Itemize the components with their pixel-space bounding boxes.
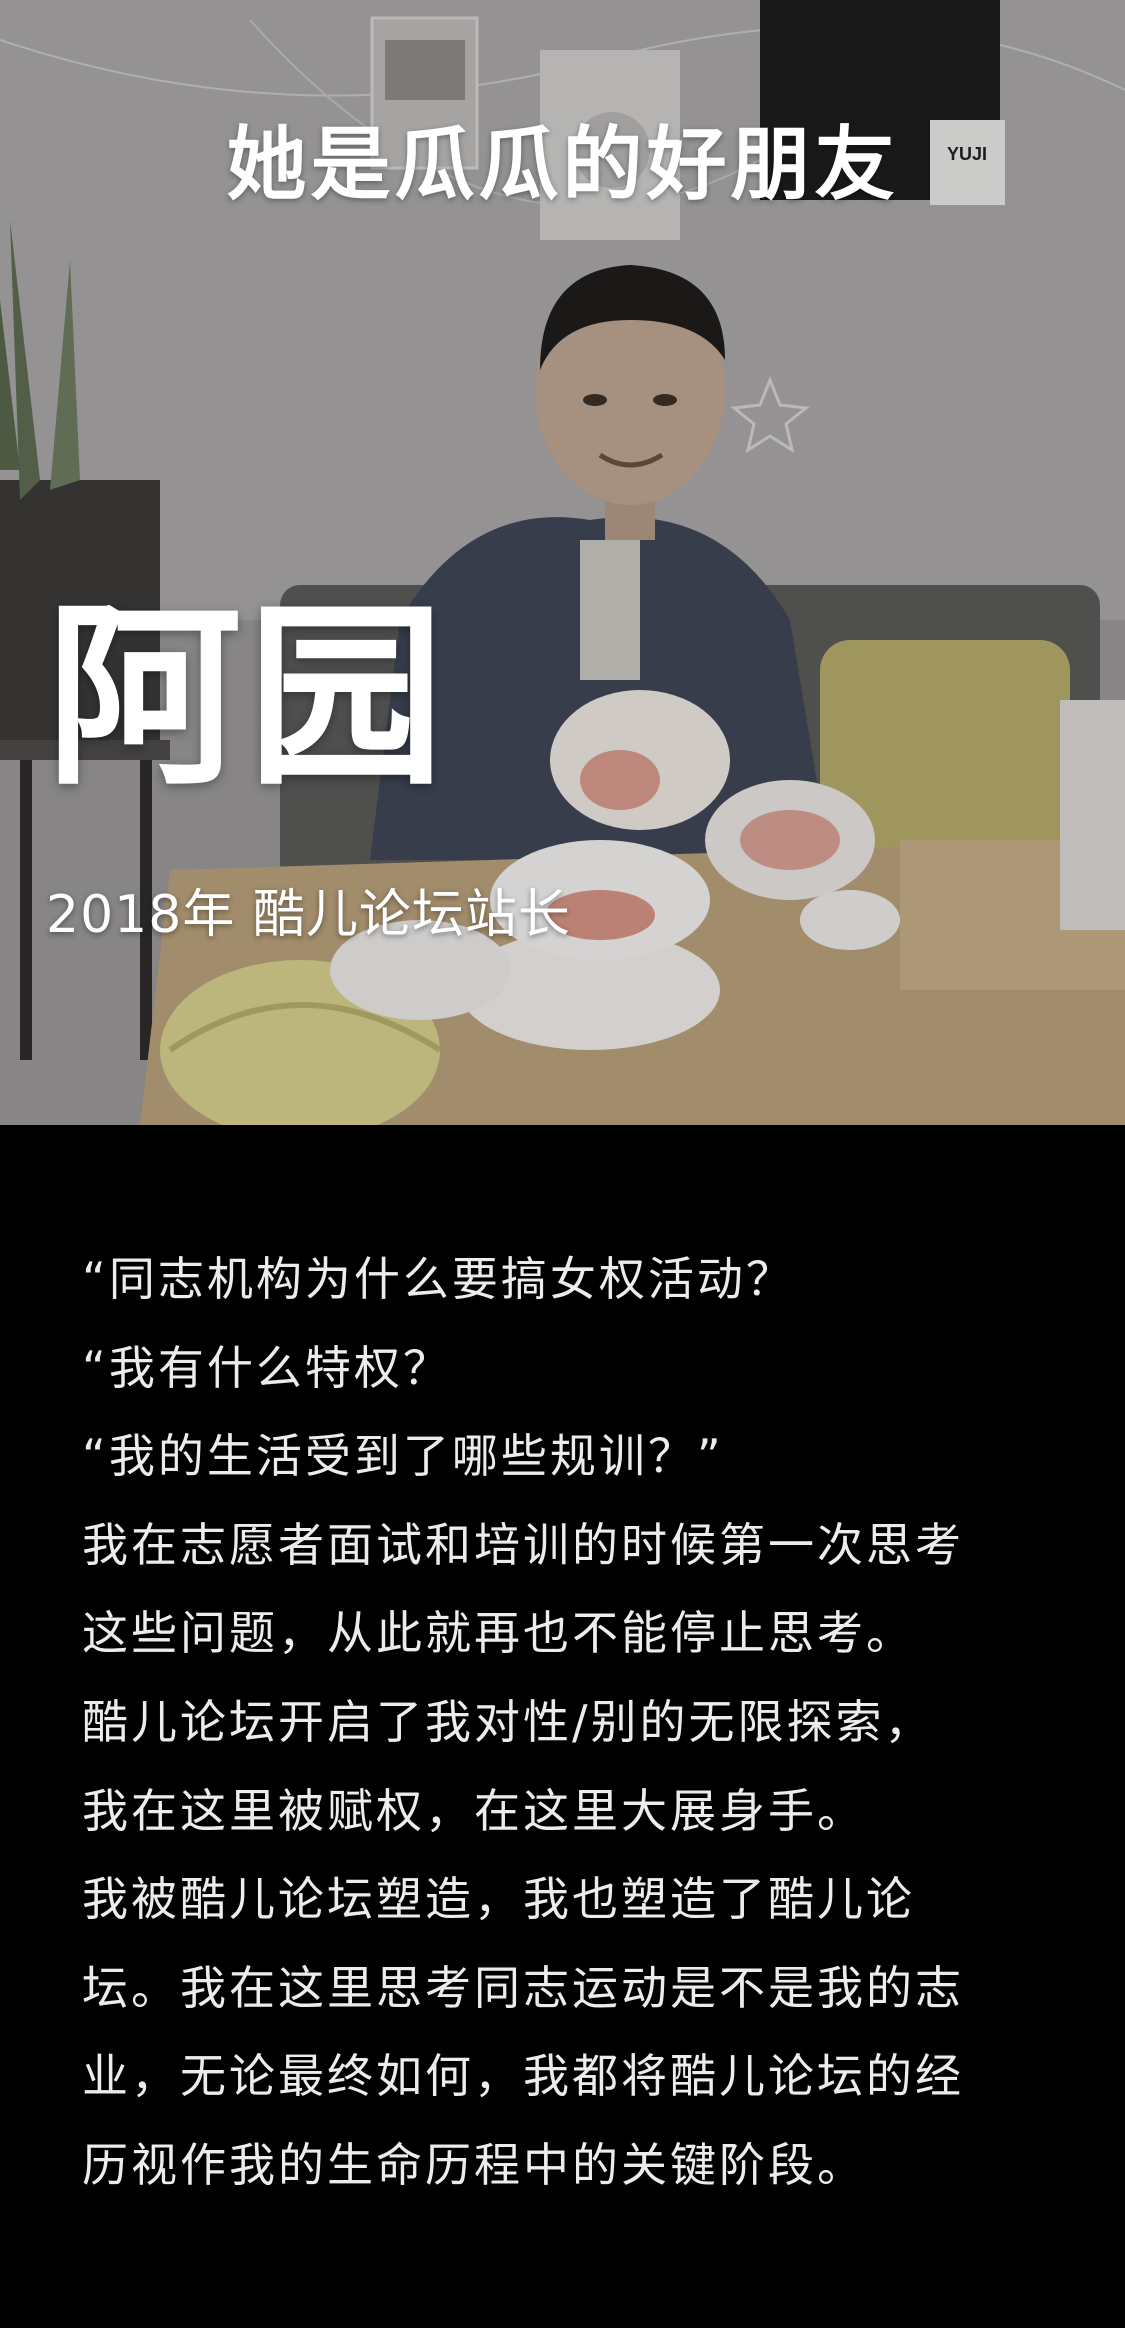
body-line: 这些问题，从此就再也不能停止思考。 <box>82 1606 915 1661</box>
quote-panel: “同志机构为什么要搞女权活动？ “我有什么特权？ “我的生活受到了哪些规训？” … <box>0 1125 1125 2328</box>
headline: 她是瓜瓜的好朋友 <box>226 118 899 211</box>
body-line: 酷儿论坛开启了我对性/别的无限探索， <box>82 1694 934 1749</box>
person-title: 2018年 酷儿论坛站长 <box>46 885 571 945</box>
body-line: 历视作我的生命历程中的关键阶段。 <box>82 2137 866 2192</box>
body-line: “同志机构为什么要搞女权活动？ <box>82 1252 795 1306</box>
body-line: 业，无论最终如何，我都将酷儿论坛的经 <box>82 2049 964 2104</box>
body-line: “我的生活受到了哪些规训？” <box>82 1429 724 1484</box>
person-name: 阿园 <box>46 584 451 812</box>
body-line: 我被酷儿论坛塑造，我也塑造了酷儿论 <box>82 1872 915 1927</box>
body-line: “我有什么特权？ <box>82 1340 452 1395</box>
quote-body: “同志机构为什么要搞女权活动？ “我有什么特权？ “我的生活受到了哪些规训？” … <box>82 1235 1052 2210</box>
body-line: 我在这里被赋权，在这里大展身手。 <box>82 1783 866 1838</box>
body-line: 我在志愿者面试和培训的时候第一次思考 <box>82 1517 964 1572</box>
hero-photo: YUJI 她是瓜瓜的好朋友 阿园 2018年 酷儿论坛站长 <box>0 0 1125 1125</box>
body-line: 坛。我在这里思考同志运动是不是我的志 <box>82 1960 964 2015</box>
